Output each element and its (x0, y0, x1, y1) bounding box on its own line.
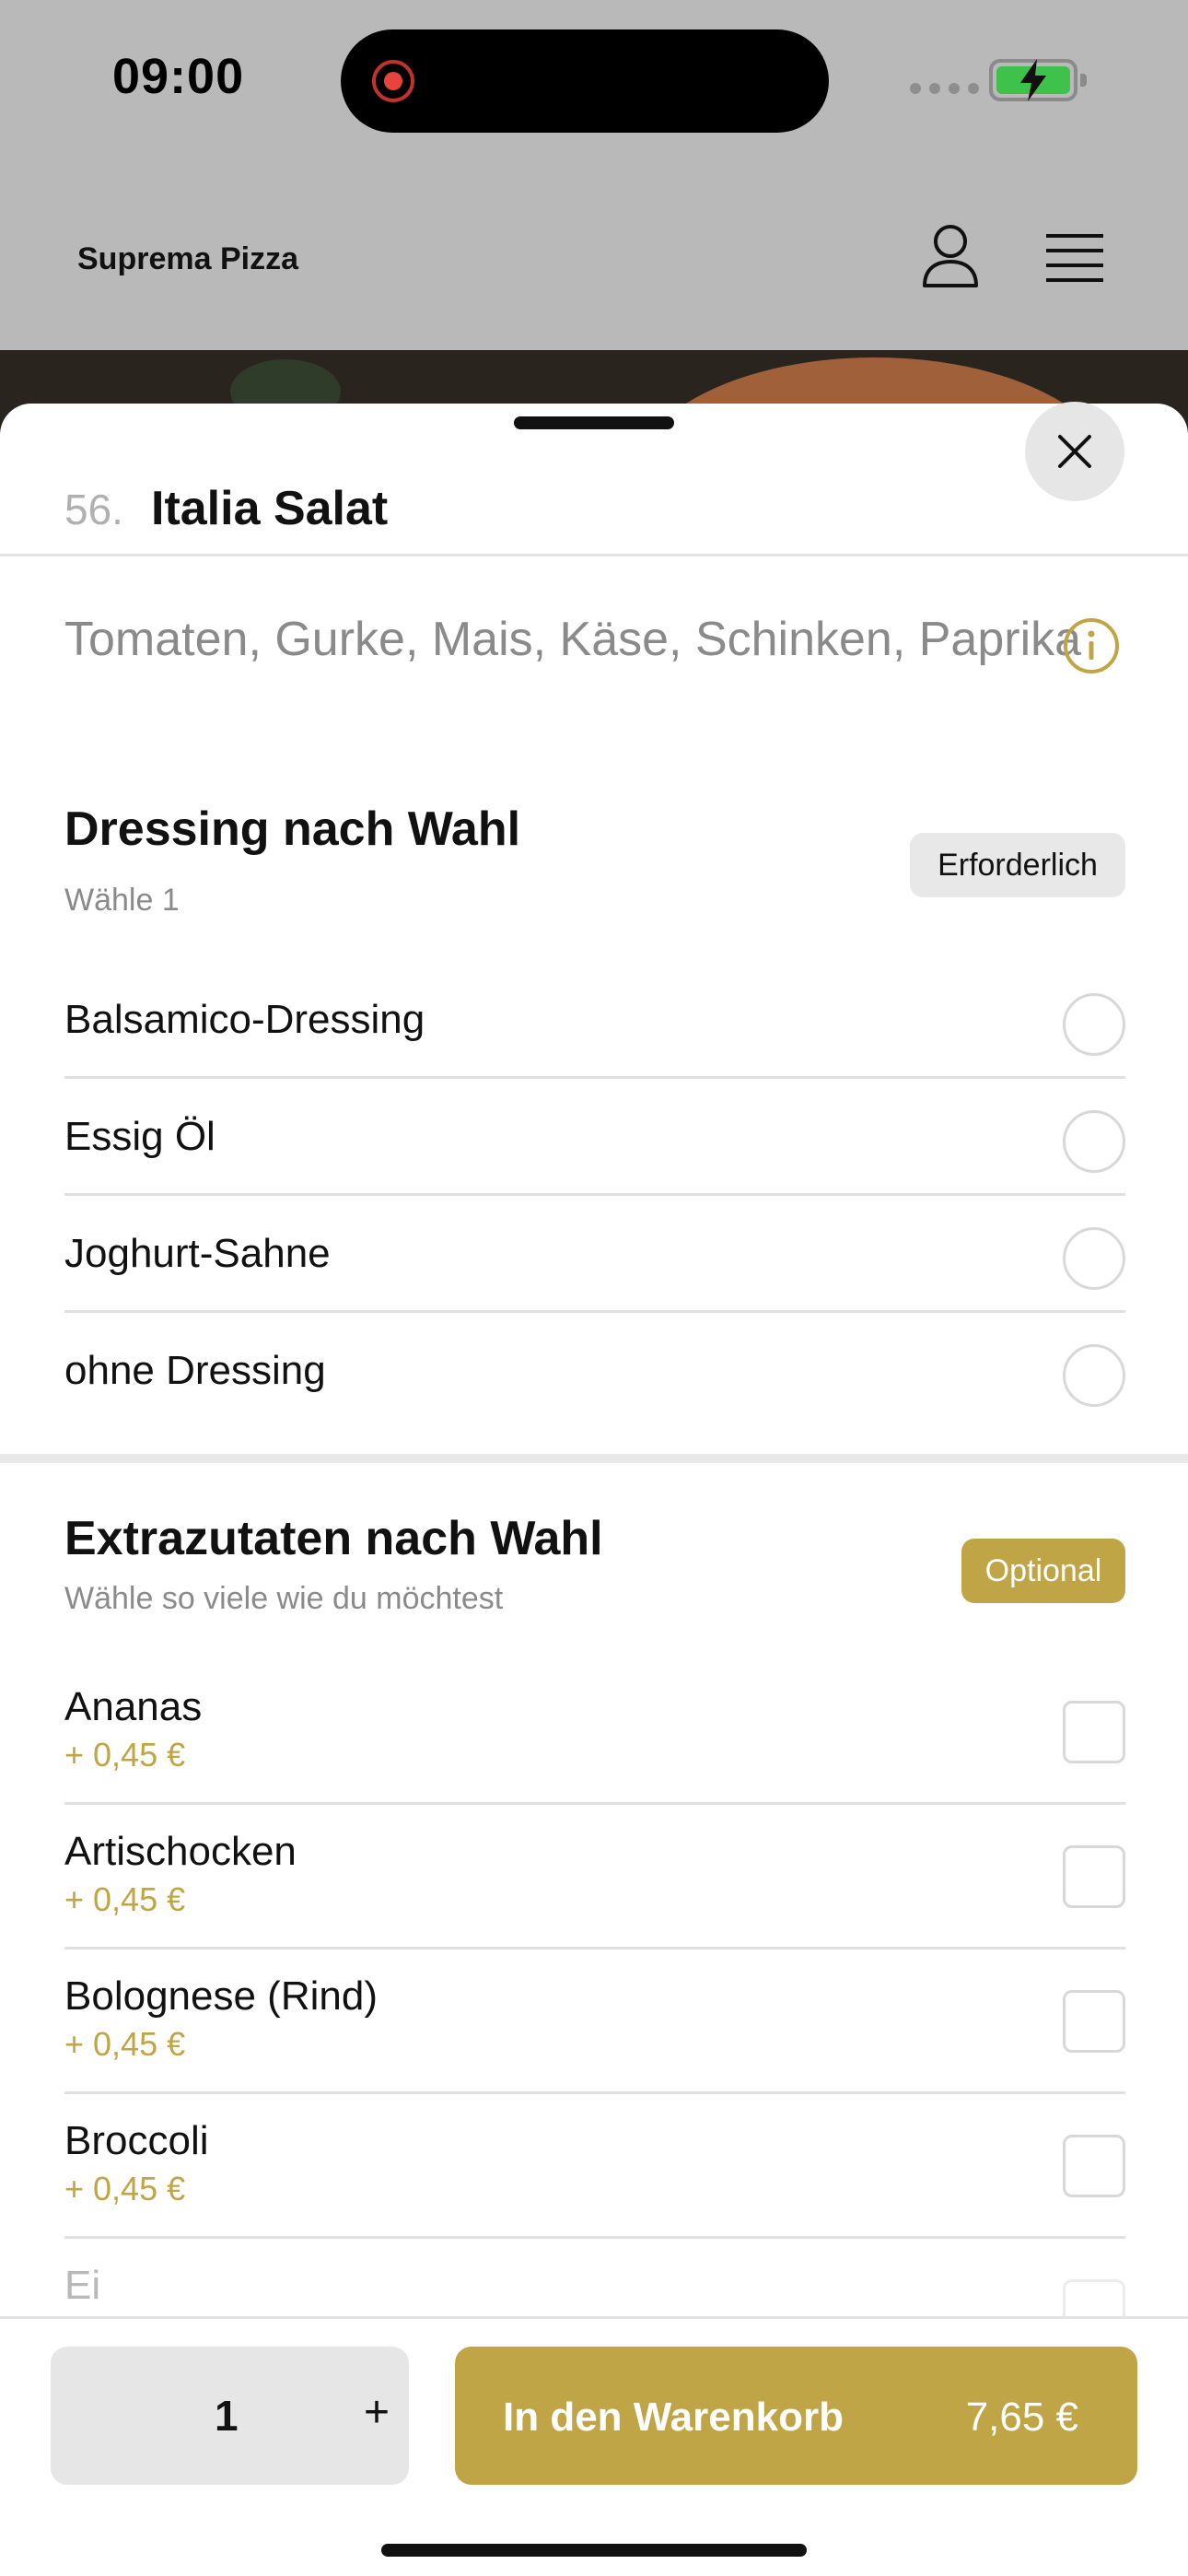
quantity-stepper: 1 + (51, 2347, 409, 2485)
increment-button[interactable]: + (364, 2387, 390, 2438)
checkbox[interactable] (1063, 1701, 1125, 1763)
item-title: Italia Salat (151, 482, 389, 535)
dressing-subtitle: Wähle 1 (64, 883, 180, 918)
extras-title: Extrazutaten nach Wahl (64, 1512, 603, 1565)
close-button[interactable] (1025, 402, 1124, 501)
option-price: + 0,45 € (64, 2170, 186, 2207)
radio-button[interactable] (1063, 1227, 1125, 1290)
signal-icon (910, 83, 979, 94)
option-price: + 0,45 € (64, 1880, 186, 1918)
option-label: Essig Öl (64, 1114, 215, 1159)
optional-badge: Optional (961, 1539, 1125, 1603)
extra-option[interactable]: Broccoli + 0,45 € (64, 2094, 1125, 2239)
brand-title: Suprema Pizza (77, 241, 298, 276)
section-divider (0, 1454, 1188, 1463)
checkbox[interactable] (1063, 2135, 1125, 2197)
battery-charging-icon (989, 59, 1087, 101)
option-label: Balsamico-Dressing (64, 997, 425, 1042)
option-price: + 0,45 € (64, 1736, 186, 1774)
status-time: 09:00 (112, 49, 245, 104)
item-description: Tomaten, Gurke, Mais, Käse, Schinken, Pa… (64, 613, 1082, 666)
option-label: Broccoli (64, 2118, 209, 2163)
dressing-option[interactable]: ohne Dressing (64, 1313, 1125, 1430)
radio-button[interactable] (1063, 1344, 1125, 1407)
dressing-option[interactable]: Essig Öl (64, 1079, 1125, 1196)
info-icon[interactable] (1063, 617, 1120, 674)
required-badge: Erforderlich (910, 833, 1125, 897)
radio-button[interactable] (1063, 993, 1125, 1056)
option-price: + 0,45 € (64, 2025, 186, 2063)
dynamic-island (341, 29, 829, 133)
option-label: Ei (64, 2263, 101, 2308)
sheet-grabber[interactable] (514, 416, 674, 429)
item-number: 56. (64, 486, 123, 533)
extra-option[interactable]: Bolognese (Rind) + 0,45 € (64, 1950, 1125, 2094)
checkbox[interactable] (1063, 1990, 1125, 2053)
option-label: Joghurt-Sahne (64, 1231, 331, 1276)
recording-icon (372, 60, 414, 102)
radio-button[interactable] (1063, 1110, 1125, 1173)
sheet-header: 56. Italia Salat (0, 431, 1188, 556)
status-bar: 09:00 (0, 0, 1188, 166)
user-icon[interactable] (921, 223, 980, 289)
quantity-value: 1 (215, 2392, 239, 2440)
extras-subtitle: Wähle so viele wie du möchtest (64, 1581, 504, 1616)
home-indicator[interactable] (381, 2544, 807, 2557)
dressing-title: Dressing nach Wahl (64, 802, 521, 856)
dressing-option[interactable]: Joghurt-Sahne (64, 1196, 1125, 1313)
checkbox[interactable] (1063, 1845, 1125, 1908)
bottom-action-bar: 1 + In den Warenkorb 7,65 € (0, 2316, 1188, 2576)
add-to-cart-button[interactable]: In den Warenkorb 7,65 € (455, 2347, 1137, 2485)
cart-total-price: 7,65 € (965, 2395, 1078, 2440)
menu-icon[interactable] (1044, 230, 1105, 286)
extra-option[interactable]: Artischocken + 0,45 € (64, 1805, 1125, 1950)
option-label: Ananas (64, 1684, 203, 1729)
app-bar: Suprema Pizza (0, 175, 1188, 350)
extra-option[interactable]: Ananas + 0,45 € (64, 1660, 1125, 1805)
add-to-cart-label: In den Warenkorb (503, 2395, 844, 2440)
close-icon (1058, 435, 1091, 468)
dressing-option[interactable]: Balsamico-Dressing (64, 962, 1125, 1079)
option-label: Bolognese (Rind) (64, 1973, 378, 2019)
option-label: ohne Dressing (64, 1348, 326, 1393)
option-label: Artischocken (64, 1829, 297, 1874)
